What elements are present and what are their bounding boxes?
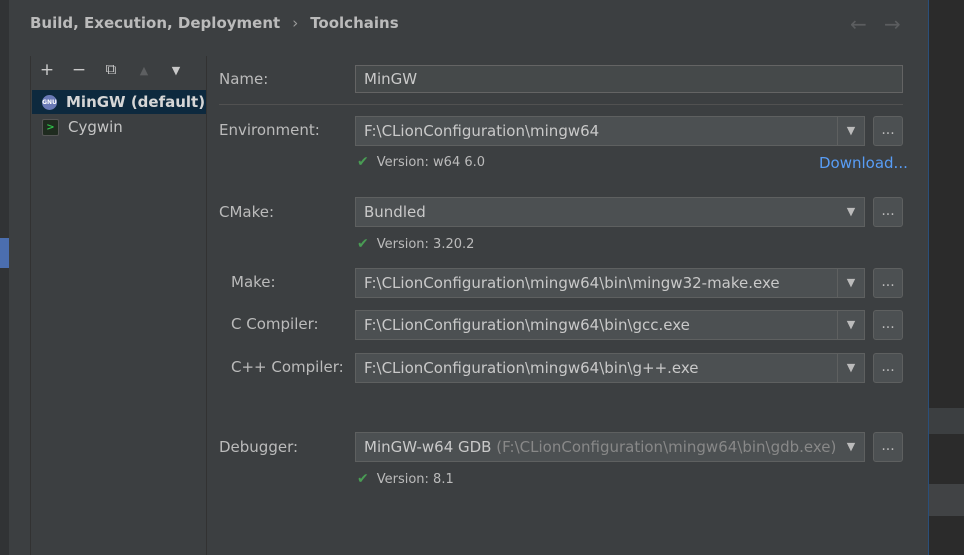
environment-browse-button[interactable]: ...: [873, 116, 903, 146]
c-compiler-combo[interactable]: F:\CLionConfiguration\mingw64\bin\gcc.ex…: [355, 310, 865, 340]
environment-combo[interactable]: F:\CLionConfiguration\mingw64 ▼: [355, 116, 865, 146]
left-settings-tree-edge: [0, 0, 9, 555]
debugger-version: ✔ Version: 8.1: [357, 471, 454, 487]
toolchain-toolbar: + − ⧉ ▲ ▼: [31, 56, 206, 86]
environment-value: F:\CLionConfiguration\mingw64: [364, 122, 600, 140]
chevron-down-icon[interactable]: ▼: [837, 354, 864, 382]
cmake-browse-button[interactable]: ...: [873, 197, 903, 227]
cpp-compiler-label: C++ Compiler:: [231, 358, 344, 376]
toolchain-list-panel: + − ⧉ ▲ ▼ GNU MinGW (default) > Cygwin: [30, 56, 207, 555]
move-up-icon[interactable]: ▲: [134, 64, 154, 77]
cmake-combo[interactable]: Bundled ▼: [355, 197, 865, 227]
debugger-name: MinGW-w64 GDB: [364, 438, 497, 456]
remove-icon[interactable]: −: [69, 60, 89, 80]
chevron-down-icon[interactable]: ▼: [837, 311, 864, 339]
download-link[interactable]: Download...: [819, 154, 908, 172]
back-arrow-icon[interactable]: ←: [850, 12, 867, 36]
add-icon[interactable]: +: [37, 60, 57, 80]
version-text: Version: 3.20.2: [376, 236, 475, 252]
cygwin-icon: >: [42, 118, 59, 136]
make-label: Make:: [231, 273, 276, 291]
debugger-path: (F:\CLionConfiguration\mingw64\bin\gdb.e…: [496, 438, 837, 456]
breadcrumb: Build, Execution, Deployment › Toolchains: [30, 14, 399, 32]
c-compiler-label: C Compiler:: [231, 315, 319, 333]
toolchain-label: MinGW (default): [66, 93, 206, 111]
cpp-compiler-combo[interactable]: F:\CLionConfiguration\mingw64\bin\g++.ex…: [355, 353, 865, 383]
chevron-down-icon[interactable]: ▼: [837, 269, 864, 297]
name-label: Name:: [219, 70, 269, 88]
chevron-down-icon[interactable]: ▼: [838, 198, 864, 226]
make-browse-button[interactable]: ...: [873, 268, 903, 298]
environment-version: ✔ Version: w64 6.0: [357, 154, 485, 170]
make-combo[interactable]: F:\CLionConfiguration\mingw64\bin\mingw3…: [355, 268, 865, 298]
name-field[interactable]: MinGW: [355, 65, 903, 93]
toolchain-item-mingw[interactable]: GNU MinGW (default): [32, 90, 206, 114]
cpp-compiler-browse-button[interactable]: ...: [873, 353, 903, 383]
check-icon: ✔: [357, 236, 369, 252]
copy-icon[interactable]: ⧉: [101, 60, 121, 78]
c-compiler-browse-button[interactable]: ...: [873, 310, 903, 340]
edge-band: [929, 484, 964, 516]
debugger-label: Debugger:: [219, 438, 299, 456]
cmake-label: CMake:: [219, 203, 275, 221]
version-text: Version: 8.1: [376, 471, 454, 487]
edge-band: [929, 408, 964, 434]
separator: [219, 104, 903, 105]
breadcrumb-page: Toolchains: [310, 14, 399, 32]
forward-arrow-icon[interactable]: →: [884, 12, 901, 36]
move-down-icon[interactable]: ▼: [166, 64, 186, 77]
debugger-combo[interactable]: MinGW-w64 GDB (F:\CLionConfiguration\min…: [355, 432, 865, 462]
gnu-icon: GNU: [42, 94, 57, 110]
make-value: F:\CLionConfiguration\mingw64\bin\mingw3…: [364, 274, 780, 292]
cmake-value: Bundled: [364, 203, 426, 221]
environment-label: Environment:: [219, 121, 320, 139]
c-compiler-value: F:\CLionConfiguration\mingw64\bin\gcc.ex…: [364, 316, 690, 334]
toolchain-item-cygwin[interactable]: > Cygwin: [32, 115, 206, 139]
chevron-down-icon[interactable]: ▼: [838, 433, 864, 461]
check-icon: ✔: [357, 154, 369, 170]
tree-selection-marker: [0, 238, 9, 268]
cpp-compiler-value: F:\CLionConfiguration\mingw64\bin\g++.ex…: [364, 359, 699, 377]
right-editor-edge: [928, 0, 964, 555]
debugger-browse-button[interactable]: ...: [873, 432, 903, 462]
toolchain-label: Cygwin: [68, 118, 123, 136]
breadcrumb-section[interactable]: Build, Execution, Deployment: [30, 14, 280, 32]
version-text: Version: w64 6.0: [376, 154, 486, 170]
breadcrumb-separator: ›: [292, 14, 299, 32]
cmake-version: ✔ Version: 3.20.2: [357, 236, 474, 252]
check-icon: ✔: [357, 471, 369, 487]
chevron-down-icon[interactable]: ▼: [837, 117, 864, 145]
